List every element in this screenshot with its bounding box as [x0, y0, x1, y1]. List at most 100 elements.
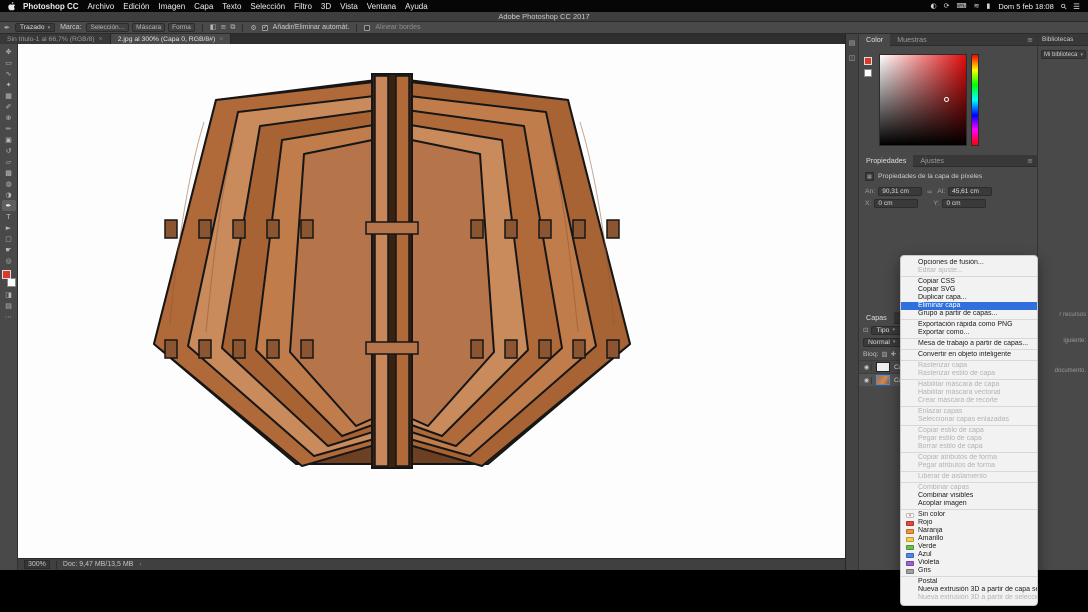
- menubar-item-vista[interactable]: Vista: [340, 2, 358, 11]
- tab-ajustes[interactable]: Ajustes: [913, 155, 951, 167]
- menu-item-duplicar-capa[interactable]: Duplicar capa...: [901, 294, 1037, 302]
- tab-muestras[interactable]: Muestras: [890, 34, 934, 46]
- menu-item-grupo-a-partir-de-capas[interactable]: Grupo a partir de capas...: [901, 310, 1037, 318]
- menu-item-copiar-svg[interactable]: Copiar SVG: [901, 286, 1037, 294]
- menu-item-rojo[interactable]: Rojo: [901, 519, 1037, 527]
- background-mini-swatch[interactable]: [864, 69, 872, 77]
- tool-mode-select[interactable]: Trazado ▾: [14, 23, 56, 32]
- clone-stamp-tool[interactable]: ▣: [2, 134, 16, 145]
- menubar-item-filtro[interactable]: Filtro: [294, 2, 312, 11]
- path-alignment-icon[interactable]: ≡: [221, 23, 227, 32]
- auto-add-remove-checkbox[interactable]: [261, 24, 268, 31]
- filter-kind-icon[interactable]: ⊡: [863, 326, 868, 334]
- menu-item-opciones-de-fusion[interactable]: Opciones de fusión...: [901, 259, 1037, 267]
- menubar-item-edicion[interactable]: Edición: [123, 2, 149, 11]
- zoom-level[interactable]: 300%: [24, 560, 50, 569]
- type-tool[interactable]: T: [2, 211, 16, 222]
- align-edges-checkbox[interactable]: [364, 24, 371, 31]
- foreground-mini-swatch[interactable]: [864, 57, 872, 65]
- menu-item-exportar-como[interactable]: Exportar como...: [901, 329, 1037, 337]
- quick-mask-icon[interactable]: ◨: [2, 289, 16, 300]
- document-tab-1[interactable]: 2.jpg al 300% (Capa 0, RGB/8#) ×: [110, 34, 232, 44]
- docked-panel-icon-bottom[interactable]: ◫: [849, 54, 856, 62]
- menu-item-violeta[interactable]: Violeta: [901, 559, 1037, 567]
- pen-tool[interactable]: ✒: [1, 200, 16, 211]
- y-field[interactable]: 0 cm: [942, 199, 987, 208]
- menubar-item-photoshop-cc[interactable]: Photoshop CC: [23, 2, 79, 11]
- layer-thumbnail[interactable]: [876, 375, 890, 385]
- height-field[interactable]: 45,61 cm: [948, 187, 993, 196]
- tab-color[interactable]: Color: [859, 33, 891, 46]
- menubar-item-3d[interactable]: 3D: [321, 2, 331, 11]
- tool-preset-icon[interactable]: ✒: [4, 24, 10, 32]
- hand-tool[interactable]: ☛: [2, 244, 16, 255]
- canvas-document[interactable]: [18, 44, 845, 558]
- lock-pixels-icon[interactable]: ✚: [891, 350, 896, 358]
- eyedropper-tool[interactable]: ✐: [2, 101, 16, 112]
- apple-icon[interactable]: [8, 1, 16, 11]
- lock-transparency-icon[interactable]: ▨: [882, 350, 888, 358]
- make-button-forma[interactable]: Forma: [168, 23, 195, 32]
- tab-propiedades[interactable]: Propiedades: [859, 154, 914, 167]
- wifi-icon[interactable]: ≋: [974, 2, 980, 10]
- menubar-item-ventana[interactable]: Ventana: [367, 2, 396, 11]
- gear-icon[interactable]: ⚙: [250, 24, 256, 32]
- menu-item-combinar-visibles[interactable]: Combinar visibles: [901, 492, 1037, 500]
- rectangular-marquee-tool[interactable]: ▭: [2, 57, 16, 68]
- make-button-seleccion[interactable]: Selección…: [86, 23, 130, 32]
- lasso-tool[interactable]: ∿: [2, 68, 16, 79]
- sync-icon[interactable]: ⟳: [944, 2, 950, 10]
- path-selection-tool[interactable]: ►: [2, 222, 16, 233]
- zoom-tool[interactable]: ◎: [2, 255, 16, 266]
- color-picker[interactable]: [859, 46, 1037, 155]
- move-tool[interactable]: ✥: [2, 46, 16, 57]
- healing-brush-tool[interactable]: ⊕: [2, 112, 16, 123]
- color-marker[interactable]: [944, 97, 949, 102]
- panel-menu-icon[interactable]: ≡: [1027, 157, 1033, 165]
- menubar-clock[interactable]: Dom 5 feb 18:08: [998, 2, 1053, 11]
- library-select[interactable]: Mi biblioteca ▾: [1041, 50, 1086, 59]
- menu-item-exportacion-rapida-como-png[interactable]: Exportación rápida como PNG: [901, 321, 1037, 329]
- document-tab-0[interactable]: Sin título-1 al 66,7% (RGB/8) ×: [0, 34, 111, 44]
- path-operations-icon[interactable]: ◧: [210, 23, 217, 32]
- screen-mode-icon[interactable]: ▤: [2, 300, 16, 311]
- tab-close-icon[interactable]: ×: [219, 36, 223, 43]
- menu-item-acoplar-imagen[interactable]: Acoplar imagen: [901, 500, 1037, 508]
- crop-tool[interactable]: ▦: [2, 90, 16, 101]
- panel-menu-icon[interactable]: ≡: [1027, 36, 1033, 44]
- menu-item-sin-color[interactable]: ✕ Sin color: [901, 511, 1037, 519]
- layer-thumbnail[interactable]: [876, 362, 890, 372]
- menu-item-eliminar-capa[interactable]: Eliminar capa: [901, 302, 1037, 310]
- menubar-item-archivo[interactable]: Archivo: [88, 2, 115, 11]
- menu-item-postal[interactable]: Postal: [901, 578, 1037, 586]
- dodge-tool[interactable]: ◑: [2, 189, 16, 200]
- color-swatches[interactable]: [1, 270, 16, 287]
- menu-item-naranja[interactable]: Naranja: [901, 527, 1037, 535]
- battery-icon[interactable]: ▮: [986, 2, 990, 10]
- foreground-color-swatch[interactable]: [1, 270, 11, 279]
- path-arrange-icon[interactable]: ⧉: [230, 23, 235, 32]
- menubar-item-ayuda[interactable]: Ayuda: [405, 2, 428, 11]
- display-icon[interactable]: ◐: [930, 2, 936, 10]
- docked-panel-icon-top[interactable]: ▤: [849, 39, 856, 47]
- width-field[interactable]: 90,31 cm: [878, 187, 923, 196]
- hue-slider[interactable]: [971, 54, 979, 146]
- menubar-item-capa[interactable]: Capa: [194, 2, 213, 11]
- history-brush-tool[interactable]: ↺: [2, 145, 16, 156]
- blur-tool[interactable]: ◍: [2, 178, 16, 189]
- tab-capas[interactable]: Capas: [859, 311, 894, 324]
- menubar-item-imagen[interactable]: Imagen: [158, 2, 185, 11]
- menu-item-verde[interactable]: Verde: [901, 543, 1037, 551]
- edit-toolbar-icon[interactable]: ⋯: [2, 311, 16, 322]
- x-field[interactable]: 0 cm: [874, 199, 919, 208]
- eraser-tool[interactable]: ▱: [2, 156, 16, 167]
- notification-center-icon[interactable]: ☰: [1073, 2, 1080, 11]
- status-popup-icon[interactable]: ›: [139, 562, 141, 568]
- menu-item-convertir-en-objeto-inteligente[interactable]: Convertir en objeto inteligente: [901, 351, 1037, 359]
- shape-tool[interactable]: ▢: [2, 233, 16, 244]
- menu-item-copiar-css[interactable]: Copiar CSS: [901, 278, 1037, 286]
- layer-visibility-icon[interactable]: ◉: [862, 376, 872, 384]
- gradient-tool[interactable]: ▩: [2, 167, 16, 178]
- menu-item-nueva-extrusion-3d-a-partir-de-capa-seleccionada[interactable]: Nueva extrusión 3D a partir de capa sele…: [901, 586, 1037, 594]
- tab-close-icon[interactable]: ×: [99, 36, 103, 43]
